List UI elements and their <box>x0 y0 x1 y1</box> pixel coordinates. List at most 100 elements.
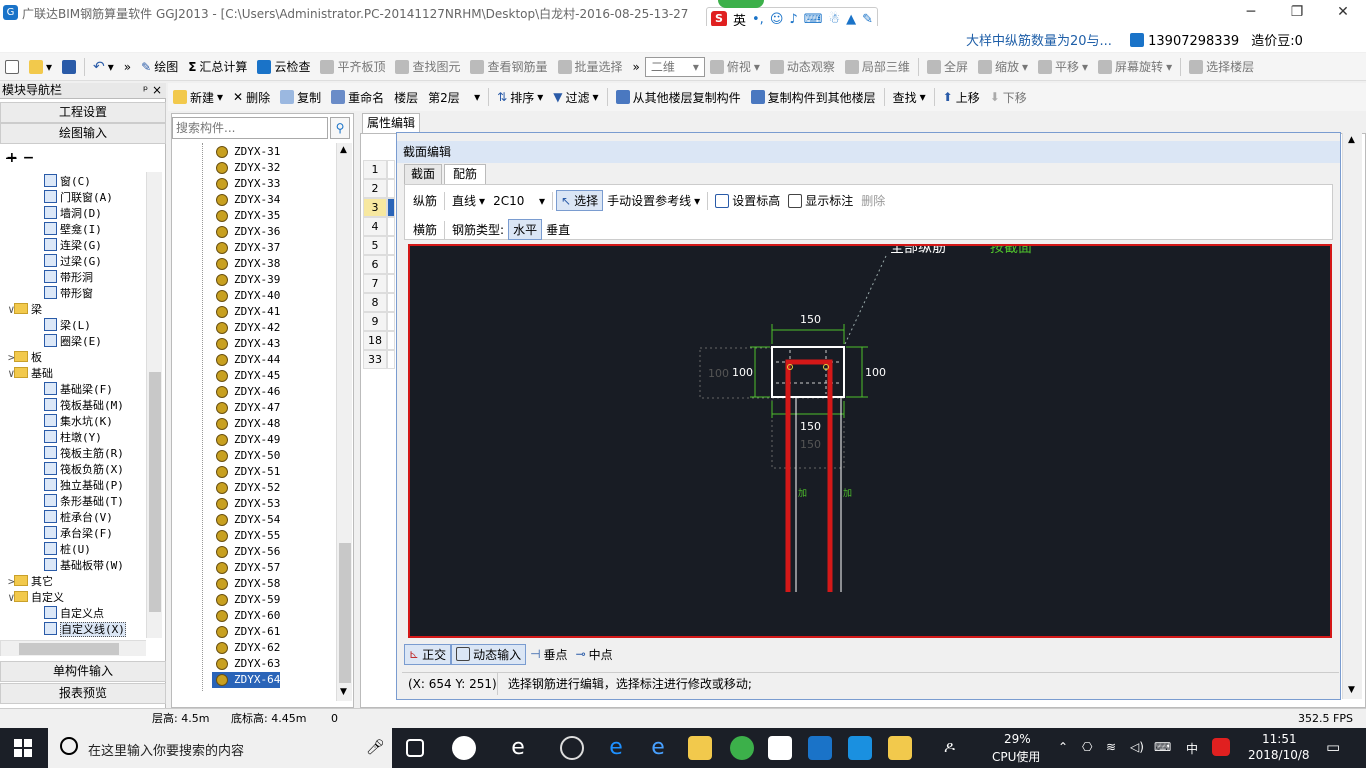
tree-item[interactable]: ∨ 梁 <box>0 302 42 318</box>
task-view-icon[interactable] <box>406 739 424 757</box>
copy-from-floor-button[interactable]: 从其他楼层复制构件 <box>611 89 746 106</box>
minimize-button[interactable]: ─ <box>1228 0 1274 26</box>
property-cell[interactable] <box>387 236 395 255</box>
dim-bottom[interactable]: 150 <box>800 420 821 433</box>
wifi-icon[interactable]: ≋ <box>1106 740 1116 754</box>
tree-item[interactable]: 自定义线(X) <box>0 622 126 638</box>
set-elevation-button[interactable]: 设置标高 <box>711 191 784 210</box>
tree-item[interactable]: 门联窗(A) <box>0 190 113 206</box>
open-file-icon[interactable]: ▾ <box>24 59 57 74</box>
component-item[interactable]: ZDYX-64 <box>212 672 281 688</box>
more-icon-2[interactable]: » <box>628 60 645 74</box>
tree-item[interactable]: 带形洞 <box>0 270 93 286</box>
component-item[interactable]: ZDYX-35 <box>212 208 280 224</box>
volume-icon[interactable]: ◁) <box>1130 740 1144 754</box>
tree-item[interactable]: 桩承台(V) <box>0 510 113 526</box>
component-item[interactable]: ZDYX-50 <box>212 448 280 464</box>
dynamic-input-button[interactable]: 动态输入 <box>451 643 527 665</box>
property-cell[interactable] <box>387 179 395 198</box>
property-cell[interactable] <box>387 312 395 331</box>
tree-item[interactable]: 圈梁(E) <box>0 334 102 350</box>
remote-icon[interactable] <box>848 736 872 760</box>
component-item[interactable]: ZDYX-58 <box>212 576 280 592</box>
component-item[interactable]: ZDYX-36 <box>212 224 280 240</box>
property-cell[interactable] <box>387 274 395 293</box>
close-button[interactable]: ✕ <box>1320 0 1366 26</box>
tree-item[interactable]: 基础梁(F) <box>0 382 113 398</box>
dynamic-view-button[interactable]: 动态观察 <box>765 58 840 75</box>
vertical-button[interactable]: 垂直 <box>542 220 574 239</box>
property-cell[interactable] <box>387 198 395 217</box>
component-item[interactable]: ZDYX-60 <box>212 608 280 624</box>
tree-item[interactable]: 连梁(G) <box>0 238 102 254</box>
property-row-number[interactable]: 6 <box>363 255 387 274</box>
expand-collapse-icon[interactable]: +̶ − <box>6 150 34 166</box>
component-item[interactable]: ZDYX-34 <box>212 192 280 208</box>
search-icon[interactable]: ⚲ <box>330 117 350 139</box>
tree-item[interactable]: 带形窗 <box>0 286 93 302</box>
dim-right[interactable]: 100 <box>865 366 886 379</box>
save-icon[interactable] <box>57 59 81 74</box>
tree-item[interactable]: 集水坑(K) <box>0 414 113 430</box>
floating-ball-icon[interactable] <box>718 0 764 8</box>
dimension-select[interactable]: 二维 ▾ <box>644 56 705 77</box>
dim-top[interactable]: 150 <box>800 313 821 326</box>
tree-item[interactable]: 独立基础(P) <box>0 478 124 494</box>
tree-item[interactable]: 基础板带(W) <box>0 558 124 574</box>
tree-item[interactable]: 条形基础(T) <box>0 494 124 510</box>
view-rebar-button[interactable]: 查看钢筋量 <box>465 58 552 75</box>
green-app-icon[interactable] <box>730 736 754 760</box>
local-3d-button[interactable]: 局部三维 <box>840 58 915 75</box>
perpendicular-button[interactable]: ⊣ 垂点 <box>526 645 571 664</box>
skin-icon[interactable]: ▲ <box>846 12 856 27</box>
single-component-button[interactable]: 单构件输入 <box>0 661 166 682</box>
account-info[interactable]: 13907298339 造价豆:0 <box>1130 30 1303 49</box>
edge-icon[interactable]: e <box>604 736 628 760</box>
zoom-button[interactable]: 缩放 ▾ <box>973 58 1033 75</box>
sogou-tray-icon[interactable] <box>1212 738 1230 756</box>
component-item[interactable]: ZDYX-59 <box>212 592 280 608</box>
tree-item[interactable]: > 其它 <box>0 574 53 590</box>
sum-button[interactable]: Σ 汇总计算 <box>183 58 252 75</box>
section-outline[interactable] <box>771 346 845 398</box>
top-view-button[interactable]: 俯视 ▾ <box>705 58 765 75</box>
expander-icon[interactable]: ∨ <box>8 590 15 606</box>
tree-item[interactable]: 梁(L) <box>0 318 91 334</box>
component-item[interactable]: ZDYX-49 <box>212 432 280 448</box>
component-item[interactable]: ZDYX-62 <box>212 640 280 656</box>
component-item[interactable]: ZDYX-48 <box>212 416 280 432</box>
expander-icon[interactable]: ∨ <box>8 366 15 382</box>
property-cell[interactable] <box>387 331 395 350</box>
ie-blue-icon[interactable]: e <box>646 736 670 760</box>
project-settings-button[interactable]: 工程设置 <box>0 102 166 123</box>
property-row-number[interactable]: 7 <box>363 274 387 293</box>
file-explorer-icon[interactable] <box>688 736 712 760</box>
component-item[interactable]: ZDYX-44 <box>212 352 280 368</box>
component-item[interactable]: ZDYX-38 <box>212 256 280 272</box>
show-dimensions-button[interactable]: 显示标注 <box>784 191 857 210</box>
tree-item[interactable]: 承台梁(F) <box>0 526 113 542</box>
undo-icon[interactable]: ↶ ▾ <box>88 59 119 75</box>
expander-icon[interactable]: > <box>8 350 15 366</box>
component-item[interactable]: ZDYX-61 <box>212 624 280 640</box>
find-element-button[interactable]: 查找图元 <box>390 58 465 75</box>
delete-rebar-button[interactable]: 删除 <box>857 191 889 210</box>
tree-scrollbar[interactable] <box>146 172 162 638</box>
component-search-input[interactable]: 搜索构件... <box>172 117 328 139</box>
component-item[interactable]: ZDYX-39 <box>212 272 280 288</box>
property-cell[interactable] <box>387 293 395 312</box>
clock-date[interactable]: 2018/10/8 <box>1248 748 1310 762</box>
property-row-number[interactable]: 9 <box>363 312 387 331</box>
component-item[interactable]: ZDYX-56 <box>212 544 280 560</box>
move-up-button[interactable]: ⬆ 上移 <box>938 89 985 106</box>
rebar-spec-select[interactable]: 2C10 ▾ <box>489 193 549 209</box>
tree-item[interactable]: 窗(C) <box>0 174 91 190</box>
component-item[interactable]: ZDYX-40 <box>212 288 280 304</box>
tree-item[interactable]: 自定义点 <box>0 606 104 622</box>
cloud-check-button[interactable]: 云检查 <box>252 58 315 75</box>
fullscreen-button[interactable]: 全屏 <box>922 58 973 75</box>
component-item[interactable]: ZDYX-41 <box>212 304 280 320</box>
copy-to-floor-button[interactable]: 复制构件到其他楼层 <box>746 89 881 106</box>
notice-text[interactable]: 大样中纵筋数量为20与... <box>966 30 1112 49</box>
expander-icon[interactable]: > <box>8 574 15 590</box>
